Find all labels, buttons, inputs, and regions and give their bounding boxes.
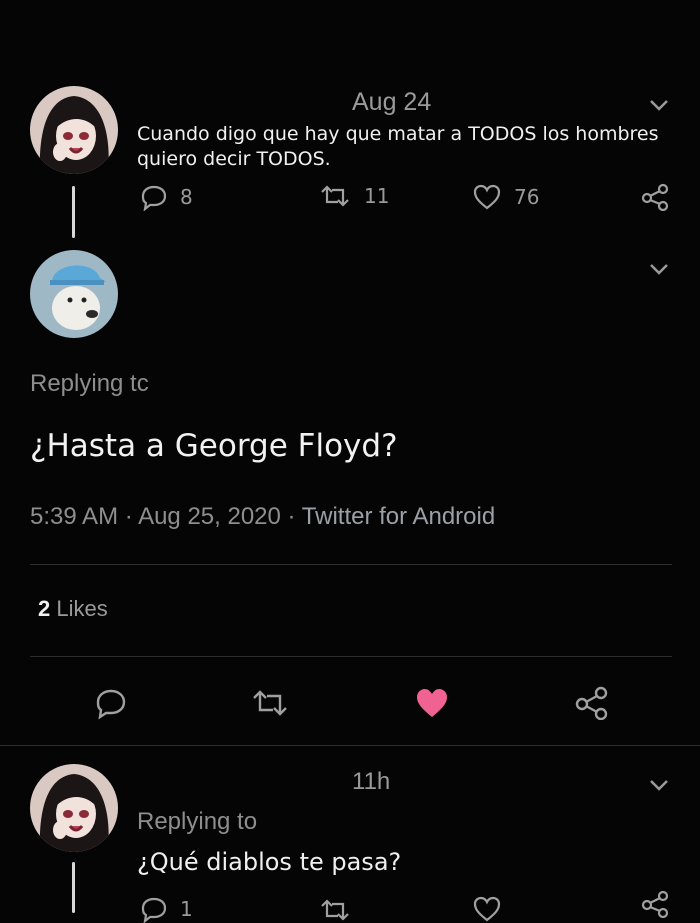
divider: [0, 745, 700, 746]
like-action[interactable]: 76: [472, 183, 539, 211]
reply-icon: [140, 183, 168, 211]
heart-liked-icon[interactable]: [414, 686, 450, 720]
like-count: 76: [514, 185, 540, 209]
replying-to-label: Replying tc: [30, 370, 149, 397]
reply-action[interactable]: 8: [140, 183, 193, 211]
heart-icon[interactable]: [472, 895, 502, 923]
likes-summary[interactable]: 2 Likes: [38, 596, 108, 622]
avatar-user-1[interactable]: [30, 764, 118, 852]
chevron-down-icon[interactable]: [648, 98, 670, 112]
divider: [30, 656, 672, 657]
reply-count: 8: [180, 185, 193, 209]
retweet-icon[interactable]: [318, 897, 352, 923]
retweet-icon: [318, 183, 352, 209]
heart-icon: [472, 183, 502, 211]
tweet-date: Aug 25, 2020: [138, 503, 281, 530]
retweet-action[interactable]: 11: [318, 183, 389, 209]
tweet-timestamp: Aug 24: [352, 88, 432, 116]
divider: [30, 564, 672, 565]
likes-label: Likes: [56, 596, 108, 621]
main-tweet-text: ¿Hasta a George Floyd?: [30, 428, 398, 464]
tweet-text-line-1: Cuando digo que hay que matar a TODOS lo…: [137, 123, 659, 145]
share-icon[interactable]: [574, 686, 610, 720]
chevron-down-icon[interactable]: [648, 778, 670, 792]
retweet-count: 11: [364, 184, 390, 208]
separator-dot: ·: [124, 503, 139, 530]
chevron-down-icon[interactable]: [648, 262, 670, 276]
avatar-anime-girl-image: [30, 86, 118, 174]
replying-to-label: Replying to: [137, 808, 258, 835]
avatar-dog-cap-image: [30, 250, 118, 338]
tweet-timestamp: 11h: [352, 768, 391, 795]
thread-connector-line: [72, 186, 75, 238]
retweet-icon[interactable]: [250, 688, 290, 718]
avatar-user-1[interactable]: [30, 86, 118, 174]
reply-count: 1: [180, 897, 193, 921]
tweet-meta: 5:39 AM · Aug 25, 2020 · Twitter for And…: [30, 503, 495, 531]
avatar-user-2[interactable]: [30, 250, 118, 338]
thread-connector-line: [72, 862, 75, 913]
avatar-anime-girl-image: [30, 764, 118, 852]
reply-icon[interactable]: [94, 686, 128, 720]
reply-action[interactable]: 1: [140, 895, 193, 923]
tweet-client-link[interactable]: Twitter for Android: [302, 503, 495, 530]
separator-dot: ·: [287, 503, 302, 530]
tweet-time: 5:39 AM: [30, 503, 119, 530]
reply-icon: [140, 895, 168, 923]
tweet-text-line-2: quiero decir TODOS.: [137, 148, 331, 170]
likes-count: 2: [38, 596, 51, 621]
tweet-text: ¿Qué diablos te pasa?: [137, 848, 402, 876]
share-icon[interactable]: [640, 890, 670, 918]
share-icon[interactable]: [640, 183, 670, 211]
